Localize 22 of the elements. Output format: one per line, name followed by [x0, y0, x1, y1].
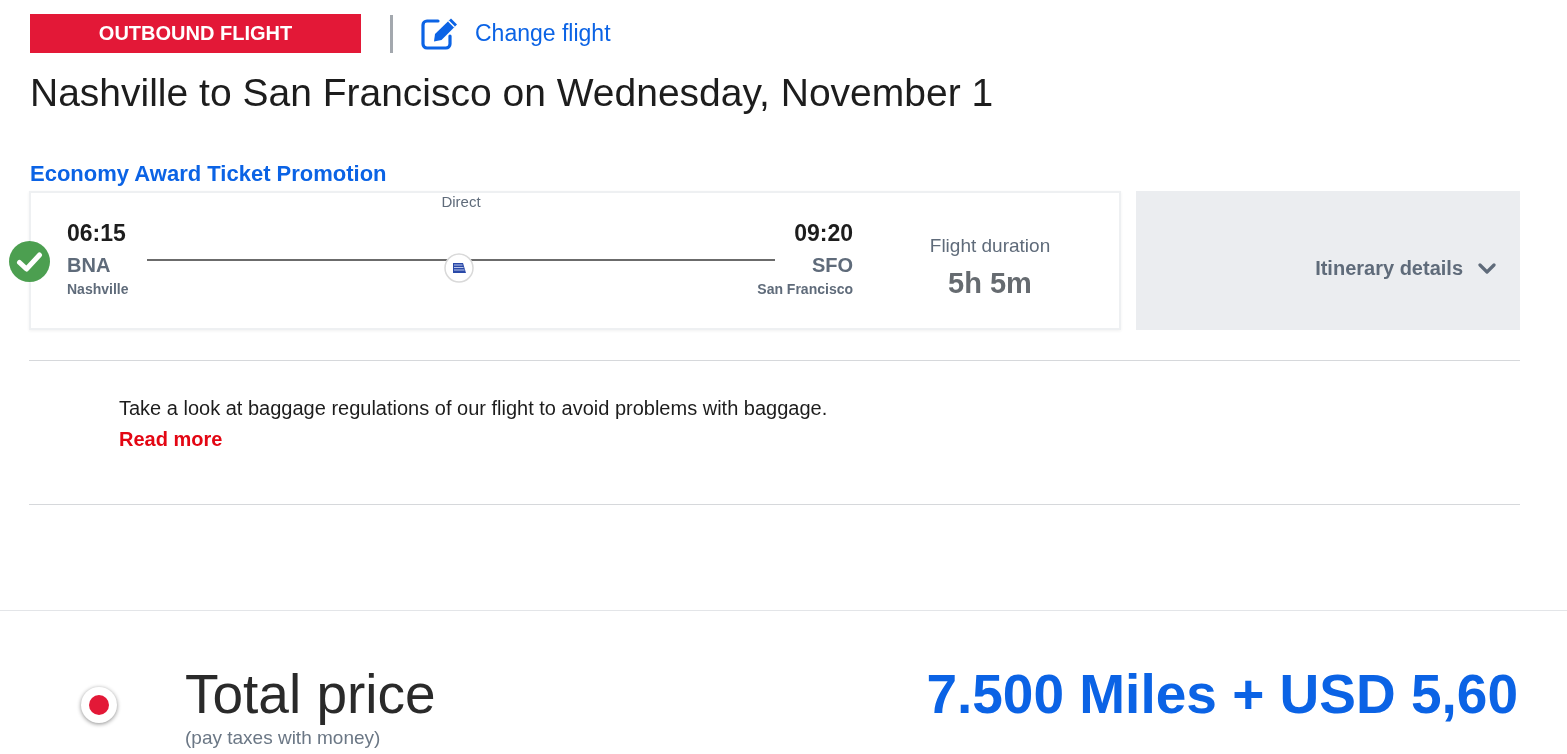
price-option-radio[interactable]	[81, 687, 117, 723]
arrival-time: 09:20	[794, 220, 853, 246]
baggage-notice: Take a look at baggage regulations of our flight to avoid problems with baggage.	[119, 396, 828, 420]
change-flight-link[interactable]: Change flight	[421, 17, 611, 50]
outbound-flight-badge: OUTBOUND FLIGHT	[30, 14, 361, 53]
airline-logo-icon	[444, 253, 474, 283]
departure-city: Nashville	[67, 280, 129, 298]
page-title: Nashville to San Francisco on Wednesday, November 1	[30, 71, 994, 115]
read-more-link[interactable]: Read more	[119, 427, 223, 451]
departure-code: BNA	[67, 253, 111, 277]
itinerary-details-button[interactable]: Itinerary details	[1136, 191, 1520, 330]
price-note: (pay taxes with money)	[185, 727, 381, 749]
duration-value: 5h 5m	[948, 268, 1032, 298]
duration-label: Flight duration	[929, 235, 1051, 257]
total-price-label: Total price	[185, 664, 436, 724]
edit-icon	[421, 17, 459, 50]
price-amount: 7.500 Miles + USD 5,60	[926, 664, 1518, 724]
fare-name: Economy Award Ticket Promotion	[30, 161, 387, 187]
departure-time: 06:15	[67, 220, 126, 246]
arrival-city: San Francisco	[757, 280, 853, 298]
stops-label: Direct	[441, 194, 481, 210]
arrival-code: SFO	[811, 253, 853, 277]
